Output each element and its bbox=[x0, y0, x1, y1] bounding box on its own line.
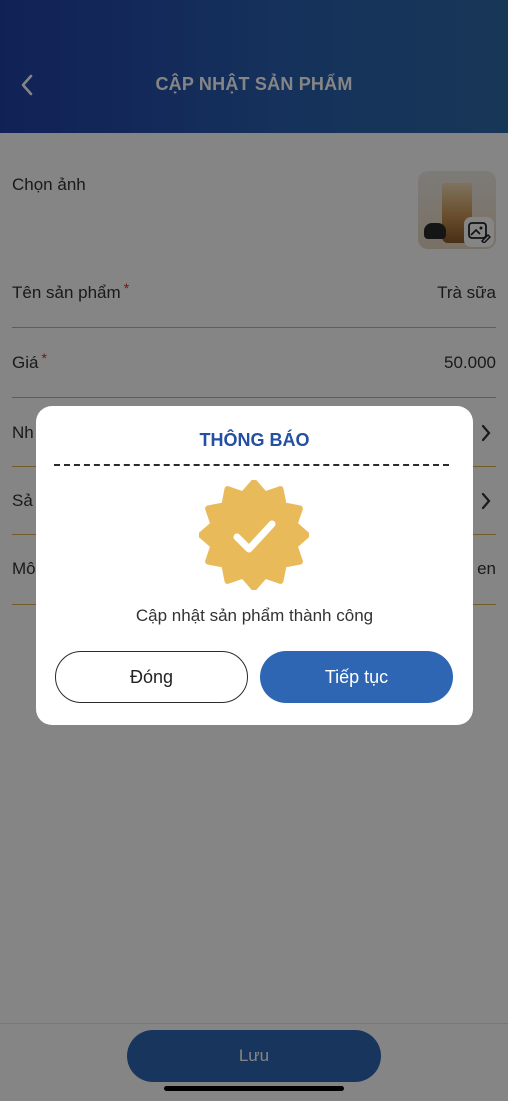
notification-dialog: THÔNG BÁO Cập nhật sản phẩm thành công Đ… bbox=[36, 406, 473, 725]
check-badge-icon bbox=[199, 480, 309, 590]
dialog-message: Cập nhật sản phẩm thành công bbox=[135, 606, 374, 625]
close-button[interactable]: Đóng bbox=[55, 651, 248, 703]
dialog-title: THÔNG BÁO bbox=[199, 430, 310, 450]
continue-button[interactable]: Tiếp tục bbox=[260, 651, 453, 703]
dialog-divider bbox=[54, 464, 449, 466]
